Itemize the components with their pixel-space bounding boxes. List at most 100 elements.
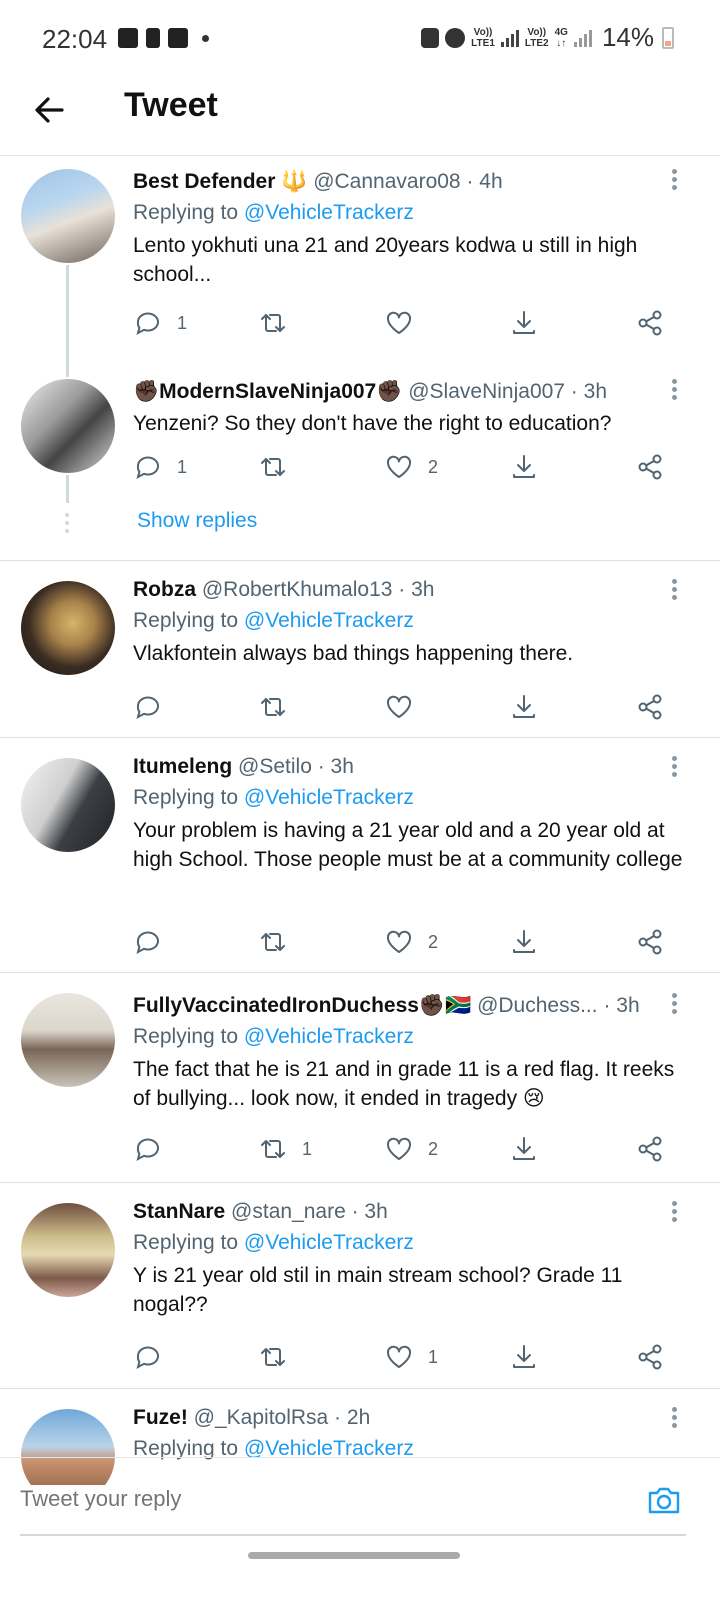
avatar[interactable] — [21, 758, 115, 852]
replying-to-link[interactable]: @VehicleTrackerz — [244, 1025, 414, 1048]
tweet[interactable]: Itumeleng @Setilo · 3h Replying to @Vehi… — [0, 738, 720, 973]
share-icon — [638, 929, 662, 955]
more-options-icon[interactable] — [672, 379, 678, 403]
status-bar: 22:04 Vo)) LTE1 Vo)) LTE2 4G ↓↑ 14% — [0, 0, 720, 80]
avatar[interactable] — [21, 169, 115, 263]
replying-to-link[interactable]: @VehicleTrackerz — [244, 1231, 414, 1254]
status-time: 22:04 — [42, 24, 108, 54]
more-options-icon[interactable] — [672, 756, 678, 780]
author-name[interactable]: Itumeleng — [133, 755, 232, 778]
like-count: 2 — [428, 931, 439, 952]
gesture-nav-handle[interactable] — [248, 1552, 460, 1559]
more-options-icon[interactable] — [672, 169, 678, 193]
like-button[interactable] — [384, 305, 428, 341]
share-button[interactable] — [635, 449, 665, 485]
author-name[interactable]: Best Defender 🔱 — [133, 170, 307, 193]
more-options-icon[interactable] — [672, 993, 678, 1017]
like-button[interactable]: 1 — [384, 1339, 438, 1375]
replying-to: Replying to @VehicleTrackerz — [133, 786, 414, 809]
more-options-icon[interactable] — [672, 579, 678, 603]
like-button[interactable]: 2 — [384, 924, 438, 960]
share-button[interactable] — [635, 689, 665, 725]
author-name[interactable]: ✊🏿ModernSlaveNinja007✊🏿 — [133, 380, 402, 403]
retweet-button[interactable] — [258, 689, 302, 725]
lock-icon — [421, 27, 440, 48]
download-button[interactable] — [509, 305, 539, 341]
author-handle: @SlaveNinja007 · 3h — [408, 380, 607, 403]
tweet-text: Lento yokhuti una 21 and 20years kodwa u… — [133, 234, 638, 286]
tweet-text: Y is 21 year old stil in main stream sch… — [133, 1264, 623, 1316]
download-button[interactable] — [509, 449, 539, 485]
like-button[interactable]: 2 — [384, 1131, 438, 1167]
tweet-actions: 1 2 — [133, 1131, 685, 1167]
retweet-button[interactable] — [258, 1339, 302, 1375]
avatar[interactable] — [21, 993, 115, 1087]
reply-icon — [136, 456, 159, 479]
tweet[interactable]: Best Defender 🔱 @Cannavaro08 · 4h Replyi… — [0, 157, 720, 377]
back-arrow-icon[interactable] — [30, 90, 70, 130]
like-count: 2 — [428, 1138, 439, 1159]
like-button[interactable]: 2 — [384, 449, 438, 485]
heart-icon — [386, 455, 412, 478]
retweet-icon — [261, 1348, 285, 1366]
share-icon — [638, 310, 662, 336]
reply-button[interactable]: 1 — [133, 305, 187, 341]
download-button[interactable] — [509, 1339, 539, 1375]
tweet[interactable]: Robza @RobertKhumalo13 · 3h Replying to … — [0, 561, 720, 738]
tweet[interactable]: StanNare @stan_nare · 3h Replying to @Ve… — [0, 1183, 720, 1389]
tweet-text: Vlakfontein always bad things happening … — [133, 642, 574, 665]
author-handle: @Setilo · 3h — [238, 755, 354, 778]
share-icon — [638, 1344, 662, 1370]
more-options-icon[interactable] — [672, 1201, 678, 1225]
tweet[interactable]: ✊🏿ModernSlaveNinja007✊🏿 @SlaveNinja007 ·… — [0, 357, 720, 561]
gallery-icon — [118, 28, 138, 48]
status-right: Vo)) LTE1 Vo)) LTE2 4G ↓↑ 14% — [421, 22, 674, 53]
retweet-icon — [261, 1140, 285, 1158]
share-button[interactable] — [635, 1339, 665, 1375]
avatar[interactable] — [21, 581, 115, 675]
heart-icon — [386, 930, 412, 953]
replying-to: Replying to @VehicleTrackerz — [133, 201, 414, 224]
share-button[interactable] — [635, 1131, 665, 1167]
download-button[interactable] — [509, 1131, 539, 1167]
author-name[interactable]: Robza — [133, 578, 196, 601]
replying-to: Replying to @VehicleTrackerz — [133, 1231, 414, 1254]
replying-to-link[interactable]: @VehicleTrackerz — [244, 786, 414, 809]
reply-button[interactable] — [133, 1339, 177, 1375]
retweet-button[interactable] — [258, 449, 302, 485]
tweet-reply-input[interactable] — [20, 1486, 580, 1512]
tweet-time: · 3h — [603, 994, 640, 1017]
retweet-button[interactable] — [258, 924, 302, 960]
author-name[interactable]: StanNare — [133, 1200, 225, 1223]
reply-button[interactable] — [133, 1131, 177, 1167]
share-icon — [638, 454, 662, 480]
retweet-button[interactable] — [258, 305, 302, 341]
like-count: 1 — [428, 1346, 439, 1367]
replying-to-link[interactable]: @VehicleTrackerz — [244, 201, 414, 224]
more-options-icon[interactable] — [672, 1407, 678, 1431]
camera-icon[interactable] — [646, 1482, 682, 1518]
share-button[interactable] — [635, 305, 665, 341]
reply-button[interactable] — [133, 924, 177, 960]
avatar[interactable] — [21, 1203, 115, 1297]
author-handle: @_KapitolRsa · 2h — [193, 1406, 371, 1429]
author-name[interactable]: FullyVaccinatedIronDuchess✊🏿🇿🇦 — [133, 994, 471, 1017]
download-button[interactable] — [509, 689, 539, 725]
show-replies-link[interactable]: Show replies — [137, 509, 257, 533]
tweet[interactable]: FullyVaccinatedIronDuchess✊🏿🇿🇦 @Duchess.… — [0, 973, 720, 1183]
heart-icon — [386, 1345, 412, 1368]
avatar[interactable] — [21, 379, 115, 473]
download-button[interactable] — [509, 924, 539, 960]
network-4g: 4G ↓↑ — [554, 26, 568, 49]
author-name[interactable]: Fuze! — [133, 1406, 188, 1429]
share-icon — [638, 1136, 662, 1162]
retweet-button[interactable]: 1 — [258, 1131, 312, 1167]
replying-to-link[interactable]: @VehicleTrackerz — [244, 609, 414, 632]
reply-button[interactable]: 1 — [133, 449, 187, 485]
replies-feed[interactable]: Best Defender 🔱 @Cannavaro08 · 4h Replyi… — [0, 157, 720, 1485]
reply-button[interactable] — [133, 689, 177, 725]
share-button[interactable] — [635, 924, 665, 960]
tweet-actions — [133, 689, 685, 725]
like-button[interactable] — [384, 689, 428, 725]
tweet-actions: 2 — [133, 924, 685, 960]
